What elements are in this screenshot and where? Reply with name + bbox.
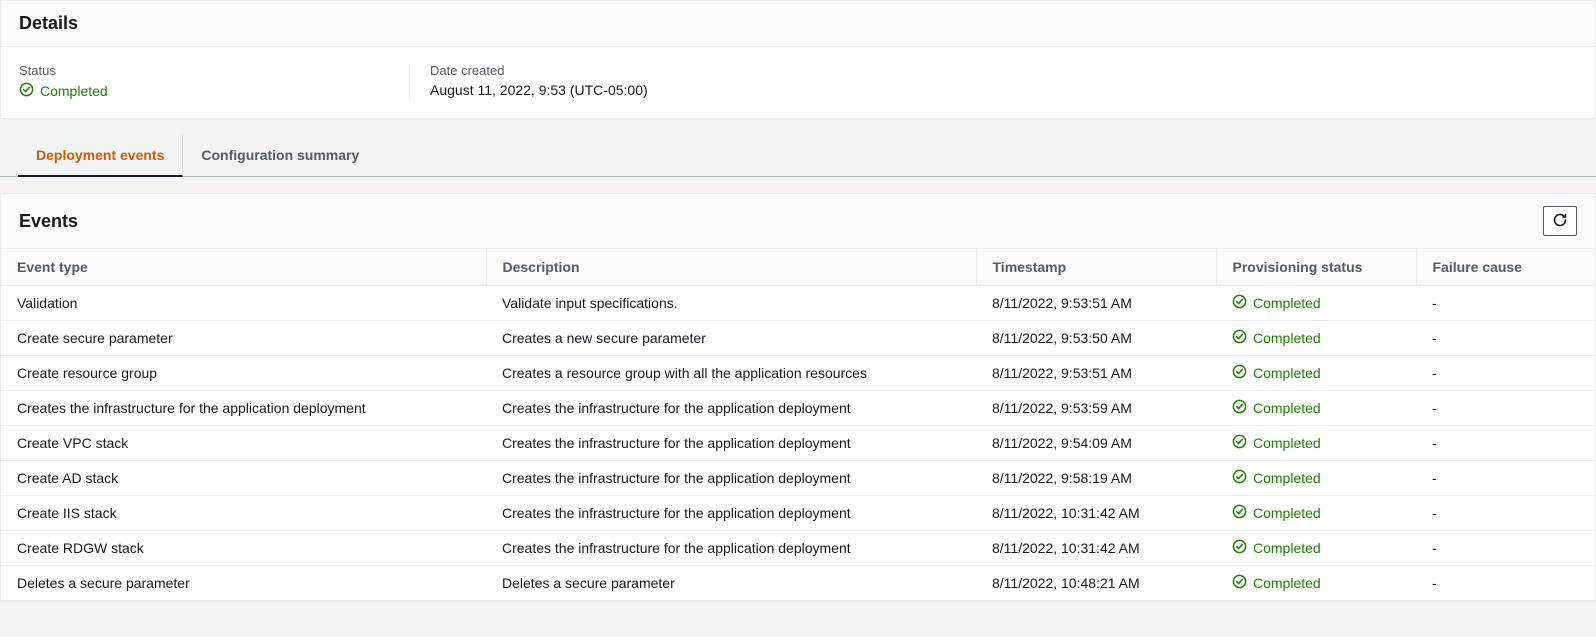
table-row: ValidationValidate input specifications.… [1, 286, 1595, 321]
table-row: Create secure parameterCreates a new sec… [1, 321, 1595, 356]
table-row: Creates the infrastructure for the appli… [1, 391, 1595, 426]
status-column: Status Completed [19, 63, 409, 100]
cell-event-type: Validation [1, 286, 486, 321]
status-text: Completed [1253, 470, 1321, 486]
table-row: Create RDGW stackCreates the infrastruct… [1, 531, 1595, 566]
cell-provisioning-status: Completed [1216, 461, 1416, 496]
status-text: Completed [1253, 400, 1321, 416]
cell-description: Creates the infrastructure for the appli… [486, 461, 976, 496]
success-icon [1232, 504, 1247, 522]
cell-provisioning-status: Completed [1216, 566, 1416, 601]
tab-configuration-summary[interactable]: Configuration summary [183, 135, 377, 177]
cell-timestamp: 8/11/2022, 9:53:51 AM [976, 356, 1216, 391]
cell-description: Creates a resource group with all the ap… [486, 356, 976, 391]
table-row: Create VPC stackCreates the infrastructu… [1, 426, 1595, 461]
cell-provisioning-status: Completed [1216, 321, 1416, 356]
cell-failure-cause: - [1416, 461, 1595, 496]
cell-event-type: Create IIS stack [1, 496, 486, 531]
cell-description: Deletes a secure parameter [486, 566, 976, 601]
cell-event-type: Create AD stack [1, 461, 486, 496]
details-body: Status Completed Date created August 11,… [1, 47, 1595, 118]
cell-failure-cause: - [1416, 286, 1595, 321]
status-text: Completed [40, 83, 108, 99]
status-text: Completed [1253, 435, 1321, 451]
cell-timestamp: 8/11/2022, 9:58:19 AM [976, 461, 1216, 496]
cell-description: Creates the infrastructure for the appli… [486, 391, 976, 426]
cell-event-type: Create resource group [1, 356, 486, 391]
cell-event-type: Create secure parameter [1, 321, 486, 356]
success-icon [1232, 539, 1247, 557]
events-table: Event type Description Timestamp Provisi… [1, 249, 1595, 601]
success-icon [1232, 294, 1247, 312]
refresh-button[interactable] [1543, 206, 1577, 236]
cell-provisioning-status: Completed [1216, 391, 1416, 426]
date-column: Date created August 11, 2022, 9:53 (UTC-… [409, 63, 799, 100]
cell-provisioning-status: Completed [1216, 356, 1416, 391]
cell-failure-cause: - [1416, 426, 1595, 461]
cell-timestamp: 8/11/2022, 10:31:42 AM [976, 531, 1216, 566]
col-event-type[interactable]: Event type [1, 249, 486, 286]
col-description[interactable]: Description [486, 249, 976, 286]
table-row: Deletes a secure parameterDeletes a secu… [1, 566, 1595, 601]
cell-event-type: Create VPC stack [1, 426, 486, 461]
cell-provisioning-status: Completed [1216, 531, 1416, 566]
cell-timestamp: 8/11/2022, 9:54:09 AM [976, 426, 1216, 461]
events-title: Events [19, 211, 78, 232]
success-icon [1232, 574, 1247, 592]
cell-timestamp: 8/11/2022, 9:53:50 AM [976, 321, 1216, 356]
status-text: Completed [1253, 505, 1321, 521]
success-icon [1232, 329, 1247, 347]
cell-failure-cause: - [1416, 531, 1595, 566]
success-icon [1232, 434, 1247, 452]
cell-provisioning-status: Completed [1216, 286, 1416, 321]
success-icon [1232, 399, 1247, 417]
cell-timestamp: 8/11/2022, 10:48:21 AM [976, 566, 1216, 601]
cell-event-type: Creates the infrastructure for the appli… [1, 391, 486, 426]
cell-timestamp: 8/11/2022, 9:53:51 AM [976, 286, 1216, 321]
col-failure-cause[interactable]: Failure cause [1416, 249, 1595, 286]
refresh-icon [1552, 212, 1568, 231]
date-created-value: August 11, 2022, 9:53 (UTC-05:00) [430, 82, 775, 98]
status-text: Completed [1253, 575, 1321, 591]
cell-provisioning-status: Completed [1216, 496, 1416, 531]
cell-event-type: Create RDGW stack [1, 531, 486, 566]
success-icon [1232, 364, 1247, 382]
status-text: Completed [1253, 365, 1321, 381]
cell-provisioning-status: Completed [1216, 426, 1416, 461]
cell-failure-cause: - [1416, 321, 1595, 356]
table-row: Create IIS stackCreates the infrastructu… [1, 496, 1595, 531]
success-icon [19, 82, 34, 100]
details-title: Details [1, 1, 1595, 47]
status-label: Status [19, 63, 385, 78]
date-created-label: Date created [430, 63, 775, 78]
cell-timestamp: 8/11/2022, 9:53:59 AM [976, 391, 1216, 426]
cell-description: Creates the infrastructure for the appli… [486, 426, 976, 461]
col-provisioning-status[interactable]: Provisioning status [1216, 249, 1416, 286]
cell-failure-cause: - [1416, 356, 1595, 391]
cell-description: Creates the infrastructure for the appli… [486, 496, 976, 531]
details-panel: Details Status Completed Date created Au… [0, 0, 1596, 119]
status-value: Completed [19, 82, 108, 100]
table-row: Create resource groupCreates a resource … [1, 356, 1595, 391]
cell-description: Validate input specifications. [486, 286, 976, 321]
status-text: Completed [1253, 295, 1321, 311]
col-timestamp[interactable]: Timestamp [976, 249, 1216, 286]
cell-failure-cause: - [1416, 496, 1595, 531]
events-panel: Events Event type Description Timestamp … [0, 193, 1596, 602]
cell-description: Creates the infrastructure for the appli… [486, 531, 976, 566]
tab-deployment-events[interactable]: Deployment events [18, 135, 183, 177]
cell-failure-cause: - [1416, 391, 1595, 426]
table-header-row: Event type Description Timestamp Provisi… [1, 249, 1595, 286]
cell-event-type: Deletes a secure parameter [1, 566, 486, 601]
events-header: Events [1, 194, 1595, 249]
tab-bar: Deployment events Configuration summary [0, 135, 1596, 177]
status-text: Completed [1253, 540, 1321, 556]
status-text: Completed [1253, 330, 1321, 346]
table-row: Create AD stackCreates the infrastructur… [1, 461, 1595, 496]
cell-failure-cause: - [1416, 566, 1595, 601]
cell-description: Creates a new secure parameter [486, 321, 976, 356]
cell-timestamp: 8/11/2022, 10:31:42 AM [976, 496, 1216, 531]
success-icon [1232, 469, 1247, 487]
